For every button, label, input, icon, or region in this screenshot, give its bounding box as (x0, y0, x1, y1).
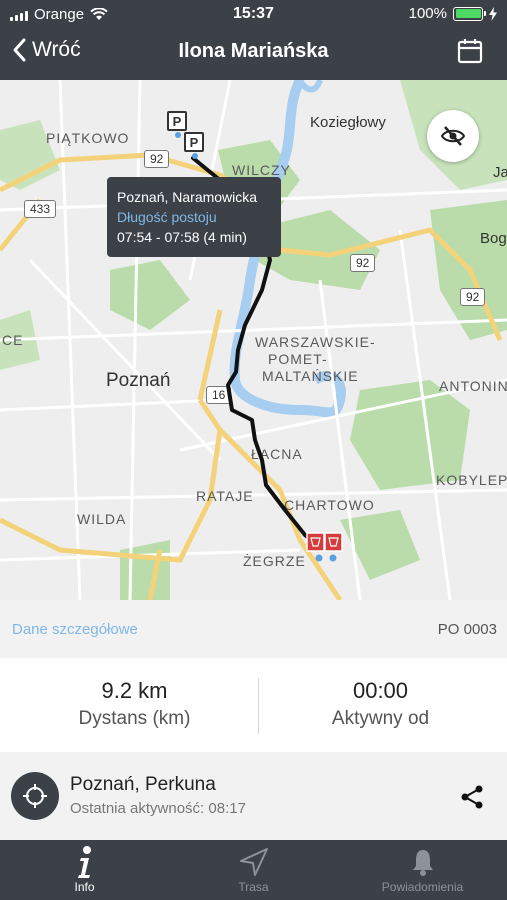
distance-value: 9.2 km (101, 678, 168, 703)
tab-route-label: Trasa (238, 880, 269, 894)
page-title: Ilona Mariańska (178, 40, 329, 62)
last-activity: Ostatnia aktywność: 08:17 (70, 800, 246, 817)
tab-info-label: Info (74, 880, 95, 894)
vehicle-plate: PO 0003 (437, 621, 497, 638)
navigation-arrow-icon (239, 848, 268, 876)
distance-stat: 9.2 km Dystans (km) (8, 678, 261, 730)
tab-notifications-label: Powiadomienia (381, 880, 464, 894)
tooltip-stop-duration-link[interactable]: Długość postoju (117, 207, 271, 227)
active-since-label: Aktywny od (331, 708, 430, 729)
route-end-marker-icon[interactable] (306, 532, 344, 554)
parking-marker[interactable]: P (167, 111, 187, 131)
battery-percent: 100% (408, 5, 447, 22)
info-icon (77, 846, 91, 878)
tab-route[interactable]: Trasa (169, 844, 338, 894)
bell-icon (412, 850, 433, 876)
active-since-stat: 00:00 Aktywny od (254, 678, 507, 730)
charging-icon (489, 6, 497, 21)
locate-button[interactable] (11, 772, 59, 820)
crosshair-icon (23, 784, 47, 808)
route-map[interactable]: PIĄTKOWO Koziegłowy WILCZY Ja Bog CE WAR… (0, 80, 507, 600)
tooltip-time: 07:54 - 07:58 (4 min) (117, 229, 247, 245)
tab-info[interactable]: Info (0, 844, 169, 894)
details-row: Dane szczegółowe PO 0003 (0, 600, 507, 658)
status-bar: Orange 15:37 100% (0, 0, 507, 28)
tab-notifications[interactable]: Powiadomienia (338, 844, 507, 894)
battery-icon (453, 6, 486, 21)
distance-label: Dystans (km) (78, 708, 191, 729)
location-name: Poznań, Perkuna (70, 774, 216, 795)
navigation-bar: Wróć Ilona Mariańska (0, 28, 507, 80)
tab-bar: Info Trasa Powiadomienia (0, 840, 507, 900)
stop-tooltip[interactable]: Poznań, Naramowicka Długość postoju 07:5… (107, 177, 281, 257)
details-link[interactable]: Dane szczegółowe (12, 621, 138, 638)
route-line (175, 132, 337, 562)
eye-slash-icon (441, 126, 465, 146)
last-location-row[interactable]: Poznań, Perkuna Ostatnia aktywność: 08:1… (0, 752, 507, 840)
active-since-value: 00:00 (352, 678, 409, 703)
top-bar: Orange 15:37 100% Wróć Ilona Mariańska (0, 0, 507, 80)
stats-panel: 9.2 km Dystans (km) 00:00 Aktywny od (0, 658, 507, 752)
parking-marker[interactable]: P (184, 132, 204, 152)
calendar-icon[interactable] (457, 38, 483, 64)
toggle-visibility-button[interactable] (427, 110, 479, 162)
tooltip-place: Poznań, Naramowicka (117, 189, 258, 205)
share-icon[interactable] (459, 784, 485, 810)
